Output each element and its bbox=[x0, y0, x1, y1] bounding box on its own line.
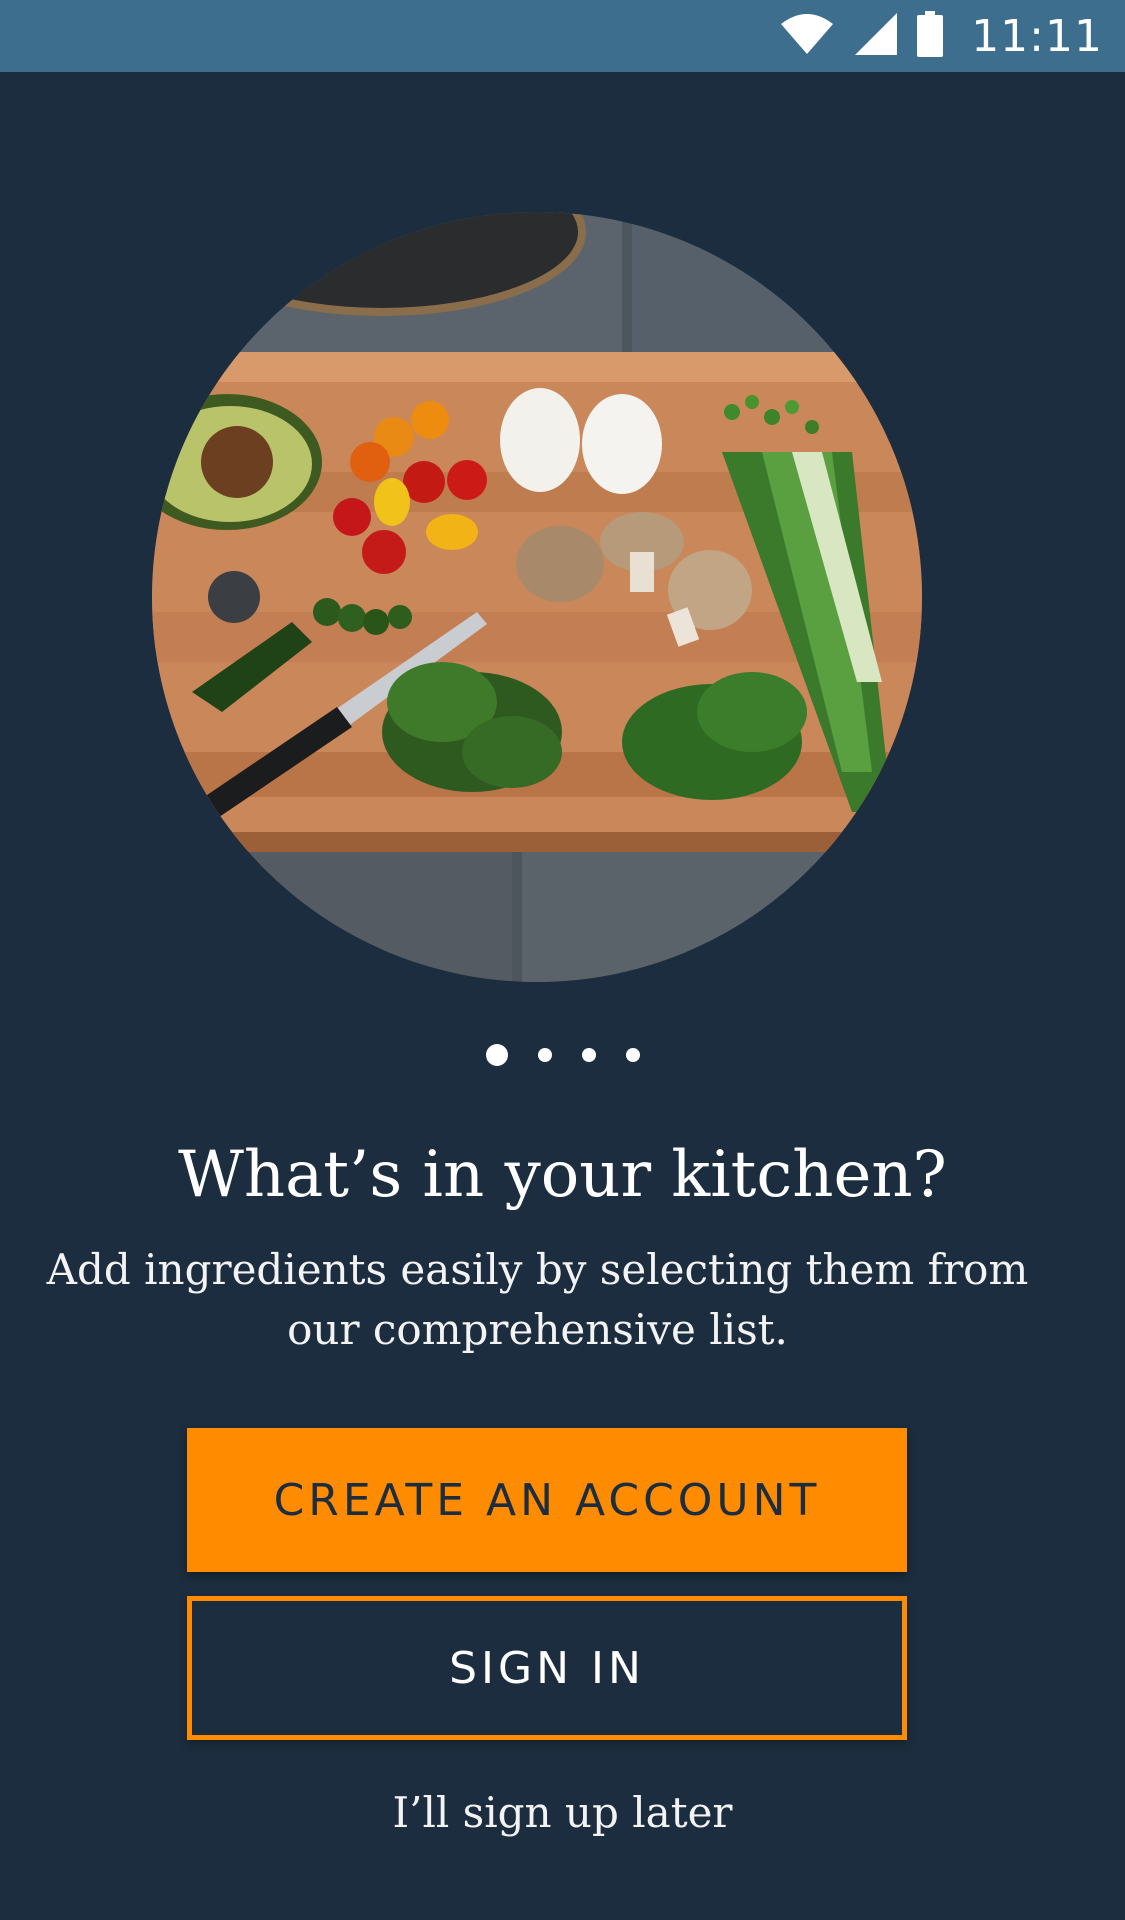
cell-signal-icon bbox=[853, 11, 899, 61]
create-account-label: CREATE AN ACCOUNT bbox=[273, 1474, 821, 1526]
status-time: 11:11 bbox=[971, 10, 1103, 62]
battery-icon bbox=[917, 11, 944, 61]
page-dot-4[interactable] bbox=[625, 1048, 640, 1062]
create-account-button[interactable]: CREATE AN ACCOUNT bbox=[187, 1428, 907, 1572]
onboarding-subtitle: Add ingredients easily by selecting them… bbox=[46, 1245, 1029, 1354]
status-icons: 11:11 bbox=[779, 0, 1103, 72]
sign-in-label: SIGN IN bbox=[449, 1642, 645, 1694]
page-dot-1[interactable] bbox=[485, 1044, 508, 1066]
hero-image bbox=[152, 212, 922, 982]
page-dot-3[interactable] bbox=[581, 1048, 596, 1062]
sign-in-button[interactable]: SIGN IN bbox=[187, 1596, 907, 1740]
onboarding-title: What’s in your kitchen? bbox=[178, 1138, 947, 1212]
status-bar: 11:11 bbox=[0, 0, 1125, 72]
sign-up-later-link[interactable]: I’ll sign up later bbox=[0, 1788, 1125, 1837]
page-dot-2[interactable] bbox=[537, 1048, 552, 1062]
page-indicator bbox=[0, 1040, 1125, 1070]
wifi-icon bbox=[779, 12, 835, 60]
